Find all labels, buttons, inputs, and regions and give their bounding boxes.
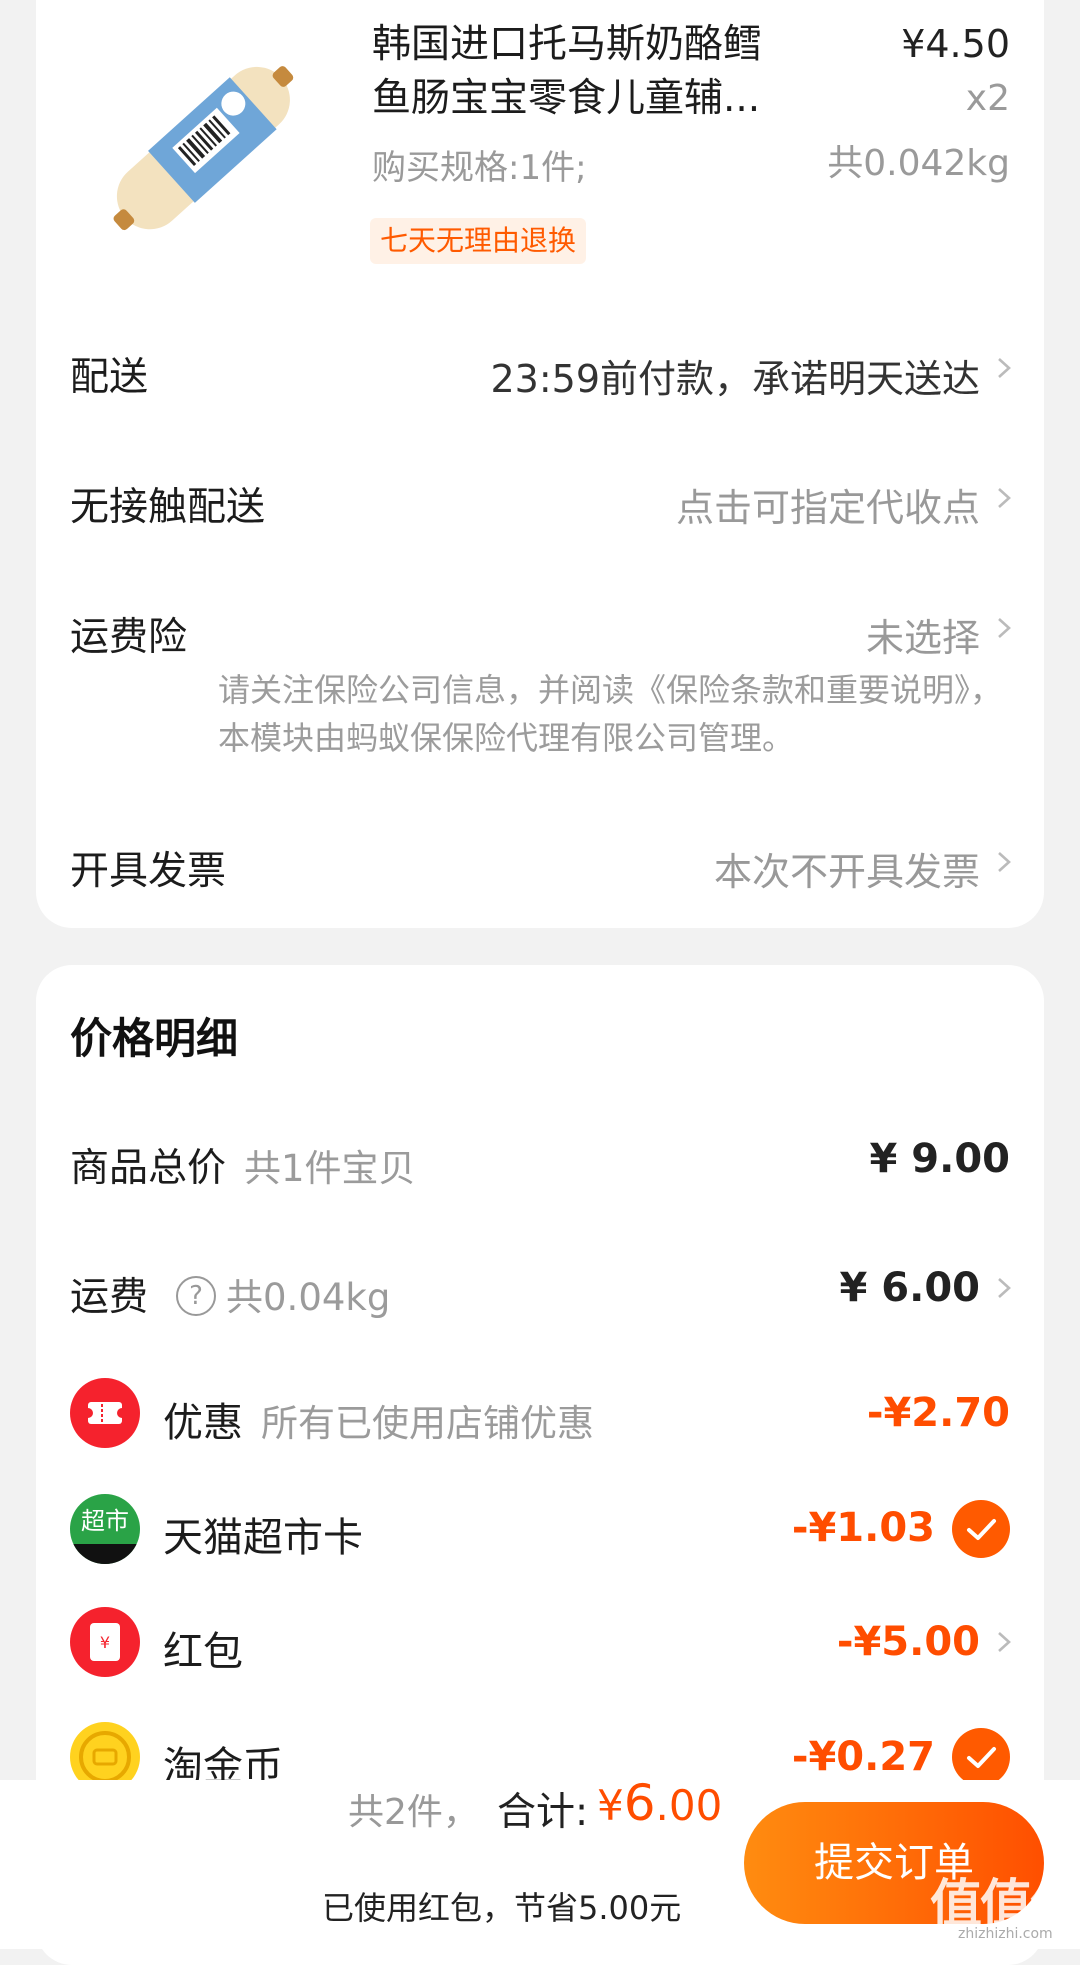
watermark-url: zhizhizhi.com <box>958 1926 1053 1942</box>
shipping-fee-label: 运费? 共0.04kg <box>70 1266 390 1322</box>
checkmark-icon[interactable] <box>952 1728 1010 1786</box>
delivery-label: 配送 <box>70 355 149 400</box>
tmall-card-amount: -¥1.03 <box>791 1505 935 1551</box>
total-amount: ¥6.00 <box>597 1774 722 1832</box>
delivery-value[interactable]: 23:59前付款，承诺明天送达 <box>490 348 980 403</box>
shipping-weight: 共0.04kg <box>226 1276 391 1319</box>
goods-count: 共1件宝贝 <box>244 1147 416 1190</box>
invoice-value[interactable]: 本次不开具发票 <box>714 841 980 896</box>
total-dec: .00 <box>655 1781 723 1830</box>
shipping-insurance-value[interactable]: 未选择 <box>866 607 980 662</box>
contactless-label: 无接触配送 <box>70 485 266 530</box>
savings-note: 已使用红包，节省5.00元 <box>322 1889 682 1927</box>
chevron-right-icon[interactable] <box>994 618 1014 638</box>
goods-total-text: 商品总价 <box>70 1146 227 1191</box>
discount-amount: -¥2.70 <box>866 1390 1010 1436</box>
discount-label: 优惠 所有已使用店铺优惠 <box>163 1390 594 1448</box>
red-packet-icon-text: ¥ <box>90 1623 120 1661</box>
product-weight: 共0.042kg <box>827 143 1010 184</box>
product-price: ¥4.50 <box>901 22 1010 66</box>
section-title: 价格明细 <box>70 1014 239 1063</box>
shipping-insurance-label: 运费险 <box>70 615 188 660</box>
invoice-label: 开具发票 <box>70 849 227 894</box>
item-count: 共2件， <box>348 1792 479 1833</box>
chevron-right-icon[interactable] <box>994 358 1014 378</box>
discount-desc: 所有已使用店铺优惠 <box>261 1402 594 1445</box>
tmall-supermarket-icon: 超市 <box>70 1494 140 1564</box>
currency: ¥ <box>597 1781 624 1830</box>
coupon-icon <box>70 1378 140 1448</box>
gold-coin-amount: -¥0.27 <box>791 1734 935 1780</box>
tmall-card-label: 天猫超市卡 <box>163 1515 363 1561</box>
total-label: 合计: <box>497 1790 589 1835</box>
red-packet-icon: ¥ <box>70 1607 140 1677</box>
chevron-right-icon[interactable] <box>994 1278 1014 1298</box>
checkmark-icon[interactable] <box>952 1500 1010 1558</box>
goods-total-amount: ¥ 9.00 <box>869 1136 1010 1182</box>
shipping-fee-text: 运费 <box>70 1275 149 1320</box>
discount-text: 优惠 <box>163 1400 243 1446</box>
product-quantity: x2 <box>965 78 1010 119</box>
red-packet-label: 红包 <box>163 1629 243 1675</box>
insurance-notice[interactable]: 请关注保险公司信息，并阅读《保险条款和重要说明》，本模块由蚂蚁保保险代理有限公司… <box>218 666 1008 762</box>
product-spec: 购买规格:1件; <box>372 148 587 188</box>
red-packet-amount[interactable]: -¥5.00 <box>837 1619 980 1665</box>
contactless-value[interactable]: 点击可指定代收点 <box>676 477 980 532</box>
chevron-right-icon[interactable] <box>994 852 1014 872</box>
product-title[interactable]: 韩国进口托马斯奶酪鳕鱼肠宝宝零食儿童辅... <box>372 18 772 126</box>
shipping-fee-amount[interactable]: ¥ 6.00 <box>840 1265 980 1311</box>
goods-total-label: 商品总价 共1件宝贝 <box>70 1137 416 1193</box>
product-image[interactable] <box>70 16 335 281</box>
chevron-right-icon[interactable] <box>994 1632 1014 1652</box>
return-policy-tag: 七天无理由退换 <box>370 218 587 264</box>
chevron-right-icon[interactable] <box>994 488 1014 508</box>
help-icon[interactable]: ? <box>176 1275 217 1316</box>
total-int: 6 <box>623 1774 656 1832</box>
